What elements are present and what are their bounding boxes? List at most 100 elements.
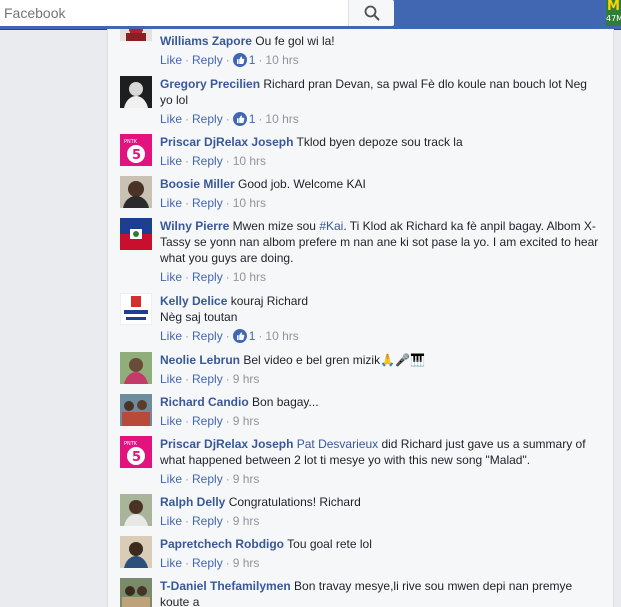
like-link[interactable]: Like xyxy=(160,372,182,386)
reply-link[interactable]: Reply xyxy=(192,329,223,343)
comment-author[interactable]: Richard Candio xyxy=(160,395,249,409)
avatar[interactable] xyxy=(120,536,152,568)
comment-author[interactable]: Papretchech Robdigo xyxy=(160,537,284,551)
separator: · xyxy=(258,53,263,67)
reply-link[interactable]: Reply xyxy=(192,53,223,67)
like-thumb-icon[interactable] xyxy=(232,112,247,126)
comment-author[interactable]: Ralph Delly xyxy=(160,495,225,509)
like-link[interactable]: Like xyxy=(160,154,182,168)
like-link[interactable]: Like xyxy=(160,514,182,528)
separator: · xyxy=(225,372,230,386)
separator: · xyxy=(225,53,230,67)
reply-link[interactable]: Reply xyxy=(192,472,223,486)
reply-link[interactable]: Reply xyxy=(192,196,223,210)
like-link[interactable]: Like xyxy=(160,196,182,210)
comment-author[interactable]: Priscar DjRelax Joseph xyxy=(160,437,293,451)
separator: · xyxy=(185,196,190,210)
comment-text: Tklod byen depoze sou track la xyxy=(296,135,463,149)
corner-badge-text: 47M xyxy=(606,14,621,23)
corner-app-badge[interactable]: M 47M xyxy=(606,0,621,26)
reply-link[interactable]: Reply xyxy=(192,372,223,386)
like-link[interactable]: Like xyxy=(160,414,182,428)
like-link[interactable]: Like xyxy=(160,53,182,67)
reply-link[interactable]: Reply xyxy=(192,414,223,428)
comment-timestamp[interactable]: 10 hrs xyxy=(233,196,266,210)
like-thumb-icon[interactable] xyxy=(232,329,247,343)
search-icon xyxy=(364,5,379,21)
comment-timestamp[interactable]: 10 hrs xyxy=(233,154,266,168)
emoji-pray-mic-piano-icon: 🙏🎤🎹 xyxy=(380,353,425,367)
like-link[interactable]: Like xyxy=(160,329,182,343)
comment-text: kouraj Richard xyxy=(230,294,309,308)
like-thumb-icon[interactable] xyxy=(232,53,247,67)
avatar[interactable] xyxy=(120,578,152,607)
avatar[interactable] xyxy=(120,494,152,526)
comment-timestamp[interactable]: 10 hrs xyxy=(265,329,298,343)
comment-author[interactable]: Gregory Precilien xyxy=(160,77,260,91)
comment-text: Ou fe gol wi la! xyxy=(255,34,335,48)
avatar[interactable] xyxy=(120,352,152,384)
comment-timestamp[interactable]: 9 hrs xyxy=(233,414,260,428)
avatar[interactable]: PNTK 5 xyxy=(120,436,152,468)
separator: · xyxy=(225,154,230,168)
comment-timestamp[interactable]: 10 hrs xyxy=(265,112,298,126)
avatar[interactable] xyxy=(120,394,152,426)
comment-text: Bon bagay... xyxy=(252,395,319,409)
avatar[interactable] xyxy=(120,293,152,325)
comment-timestamp[interactable]: 10 hrs xyxy=(233,270,266,284)
comment-timestamp[interactable]: 9 hrs xyxy=(233,372,260,386)
avatar[interactable] xyxy=(120,76,152,108)
separator: · xyxy=(258,112,263,126)
separator: · xyxy=(185,514,190,528)
comment-author[interactable]: T-Daniel Thefamilymen xyxy=(160,579,291,593)
avatar[interactable]: PNTK 5 xyxy=(120,134,152,166)
separator: · xyxy=(185,270,190,284)
like-link[interactable]: Like xyxy=(160,556,182,570)
top-navigation-bar: M 47M xyxy=(0,0,621,30)
comment-author[interactable]: Williams Zapore xyxy=(160,34,252,48)
separator: · xyxy=(225,112,230,126)
svg-text:PNTK: PNTK xyxy=(124,139,138,145)
comment-author[interactable]: Wilny Pierre xyxy=(160,219,229,233)
reply-link[interactable]: Reply xyxy=(192,514,223,528)
separator: · xyxy=(225,556,230,570)
comment-timestamp[interactable]: 9 hrs xyxy=(233,472,260,486)
corner-badge-letter: M xyxy=(607,0,620,14)
comment-timestamp[interactable]: 9 hrs xyxy=(233,556,260,570)
separator: · xyxy=(185,329,190,343)
reply-link[interactable]: Reply xyxy=(192,556,223,570)
reply-link[interactable]: Reply xyxy=(192,112,223,126)
comment-timestamp[interactable]: 10 hrs xyxy=(265,53,298,67)
avatar[interactable] xyxy=(120,29,152,41)
hashtag-link[interactable]: #Kai xyxy=(319,219,343,233)
separator: · xyxy=(258,329,263,343)
reply-link[interactable]: Reply xyxy=(192,270,223,284)
separator: · xyxy=(185,112,190,126)
comment-list: Williams Zapore Ou fe gol wi la! Like · Re… xyxy=(107,29,614,607)
comment-author[interactable]: Kelly Delice xyxy=(160,294,227,308)
separator: · xyxy=(185,53,190,67)
reply-link[interactable]: Reply xyxy=(192,154,223,168)
search-input[interactable] xyxy=(4,0,344,26)
avatar[interactable] xyxy=(120,218,152,250)
search-button[interactable] xyxy=(348,0,394,26)
search-box xyxy=(0,0,394,26)
comment-author[interactable]: Priscar DjRelax Joseph xyxy=(160,135,293,149)
separator: · xyxy=(185,372,190,386)
avatar[interactable] xyxy=(120,176,152,208)
svg-text:5: 5 xyxy=(132,450,141,465)
comment-text: Mwen mize sou xyxy=(232,219,320,233)
like-link[interactable]: Like xyxy=(160,112,182,126)
comment-author[interactable]: Neolie Lebrun xyxy=(160,353,240,367)
like-link[interactable]: Like xyxy=(160,472,182,486)
comment-author[interactable]: Boosie Miller xyxy=(160,177,235,191)
separator: · xyxy=(225,414,230,428)
separator: · xyxy=(185,414,190,428)
mention-link[interactable]: Pat Desvarieux xyxy=(297,437,378,451)
separator: · xyxy=(225,270,230,284)
separator: · xyxy=(185,154,190,168)
like-link[interactable]: Like xyxy=(160,270,182,284)
comment-timestamp[interactable]: 9 hrs xyxy=(233,514,260,528)
comment-text: Tou goal rete lol xyxy=(287,537,372,551)
separator: · xyxy=(185,472,190,486)
